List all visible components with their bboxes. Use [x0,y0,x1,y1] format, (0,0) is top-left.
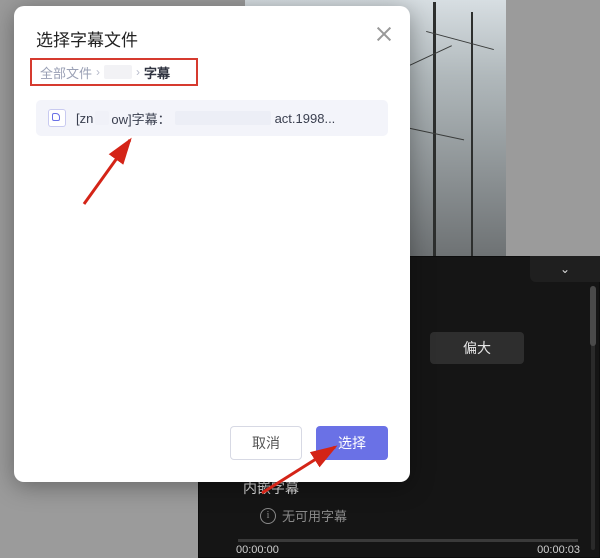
dialog-title: 选择字幕文件 [36,26,138,51]
select-subtitle-dialog: 选择字幕文件 全部文件 › › 字幕 [zn ow]字幕： act.1998..… [14,6,410,482]
font-size-button[interactable]: 偏大 [430,332,524,364]
info-icon: i [260,508,276,524]
select-label: 选择 [338,433,366,453]
breadcrumb-leaf: 字幕 [144,63,170,82]
chevron-right-icon: › [96,65,100,79]
subtitle-file-icon [48,109,66,127]
close-icon[interactable] [374,24,394,44]
no-subtitle-row: i 无可用字幕 [260,506,347,525]
timeline[interactable]: 00:00:00 00:00:03 [238,528,578,552]
chevron-right-icon: › [136,65,140,79]
subtitle-file-row[interactable]: [zn ow]字幕： act.1998... [36,100,388,136]
timeline-start-label: 00:00:00 [236,544,279,556]
cancel-button[interactable]: 取消 [230,426,302,460]
breadcrumb-root[interactable]: 全部文件 [40,63,92,82]
chevron-down-icon: ⌄ [560,262,570,276]
select-button[interactable]: 选择 [316,426,388,460]
panel-collapse-button[interactable]: ⌄ [530,256,600,282]
breadcrumb[interactable]: 全部文件 › › 字幕 [30,58,198,86]
timeline-track[interactable] [238,539,578,542]
panel-scrollbar[interactable] [588,286,598,550]
no-subtitle-text: 无可用字幕 [282,506,347,525]
breadcrumb-item-masked[interactable] [104,65,132,79]
font-size-label: 偏大 [463,338,491,358]
subtitle-file-name: [zn ow]字幕： act.1998... [76,109,335,128]
timeline-end-label: 00:00:03 [537,544,580,556]
cancel-label: 取消 [252,433,280,453]
